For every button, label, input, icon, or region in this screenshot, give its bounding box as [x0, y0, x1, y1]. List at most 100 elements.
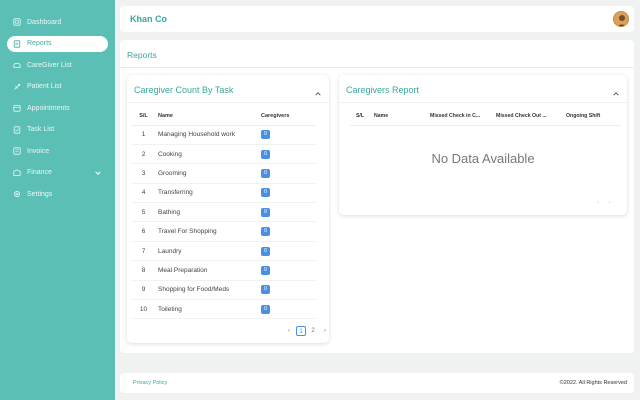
table-row: 5 Bathing 0 — [131, 202, 316, 223]
column-header-name: Name — [156, 108, 261, 126]
page-1-button[interactable]: 1 — [296, 326, 306, 336]
column-header-missed-check-out: Missed Check Out ... — [494, 108, 564, 126]
column-header-caregivers: Caregivers — [261, 108, 316, 126]
caregivers-report-card: Caregivers Report — [339, 75, 627, 215]
sidebar-item-label: Reports — [27, 40, 52, 47]
sidebar-item-label: CareGiver List — [27, 61, 72, 69]
row-sl: 9 — [131, 280, 156, 301]
caregiver-count-badge[interactable]: 0 — [261, 130, 270, 140]
sidebar-item-label: Invoice — [27, 147, 50, 155]
table-row: 4 Transferring 0 — [131, 183, 316, 204]
row-name: Grooming — [156, 163, 261, 184]
row-sl: 5 — [131, 202, 156, 223]
patient-icon — [13, 83, 21, 91]
reports-icon — [13, 39, 21, 48]
chevron-down-icon[interactable] — [94, 169, 102, 177]
table-row: 8 Meal Preparation 0 — [131, 260, 316, 281]
sidebar-item-label: Task List — [27, 126, 55, 133]
page-2-button[interactable]: 2 — [308, 326, 318, 336]
caregiver-icon — [13, 61, 21, 69]
caregivers-report-table: S/L Name Missed Check in C... Missed Che… — [350, 108, 621, 126]
sidebar-item-patient-list[interactable]: Patient List — [7, 79, 108, 95]
caregiver-count-badge[interactable]: 0 — [261, 285, 270, 295]
caregiver-count-badge[interactable]: 0 — [261, 265, 270, 275]
company-name: Khan Co — [130, 14, 167, 24]
row-sl: 6 — [131, 221, 156, 242]
column-header-missed-check-in: Missed Check in C... — [430, 108, 494, 126]
no-data-message: No Data Available — [431, 151, 535, 166]
sidebar-item-caregiver-list[interactable]: CareGiver List — [7, 57, 108, 73]
privacy-policy-link[interactable]: Privacy Policy — [133, 380, 167, 386]
table-row: 2 Cooking 0 — [131, 144, 316, 165]
table-row: 3 Grooming 0 — [131, 163, 316, 184]
sidebar: Dashboard Reports CareGiver List Patient… — [0, 0, 115, 400]
column-header-sl: S/L — [350, 108, 370, 126]
caregiver-count-badge[interactable]: 0 — [261, 227, 270, 237]
gear-icon — [13, 190, 21, 198]
table-row: 7 Laundry 0 — [131, 241, 316, 262]
caregiver-count-table: S/L Name Caregivers 1 Managing Household … — [131, 108, 316, 320]
prev-page-button[interactable]: ‹ — [284, 326, 294, 336]
caregiver-count-badge[interactable]: 0 — [261, 168, 270, 178]
divider — [339, 102, 627, 103]
invoice-icon — [13, 147, 21, 155]
card-title: Caregivers Report — [346, 85, 420, 95]
calendar-icon — [13, 104, 21, 112]
row-sl: 4 — [131, 183, 156, 204]
page-title: Reports — [127, 50, 157, 60]
caregiver-count-badge[interactable]: 0 — [261, 246, 270, 256]
pagination: ‹ › — [597, 200, 619, 206]
caregiver-count-badge[interactable]: 0 — [261, 304, 270, 314]
table-row: 6 Travel For Shopping 0 — [131, 221, 316, 242]
row-name: Shopping for Food/Meds — [156, 280, 261, 301]
row-name: Cooking — [156, 144, 261, 165]
chevron-up-icon[interactable] — [314, 85, 322, 96]
card-title: Caregiver Count By Task — [134, 85, 234, 95]
column-header-name: Name — [370, 108, 430, 126]
caregiver-count-badge[interactable]: 0 — [261, 149, 270, 159]
sidebar-item-appointments[interactable]: Appointments — [7, 100, 108, 116]
table-row: 9 Shopping for Food/Meds 0 — [131, 280, 316, 301]
row-sl: 1 — [131, 125, 156, 145]
row-sl: 8 — [131, 260, 156, 281]
table-row: 10 Toileting 0 — [131, 299, 316, 320]
sidebar-item-dashboard[interactable]: Dashboard — [7, 14, 108, 30]
sidebar-item-reports[interactable]: Reports — [7, 35, 108, 52]
sidebar-item-task-list[interactable]: Task List — [7, 122, 108, 138]
finance-icon — [13, 168, 21, 177]
row-sl: 7 — [131, 241, 156, 262]
pagination: ‹ 1 2 › — [284, 326, 332, 336]
table-row: 1 Managing Household work 0 — [131, 125, 316, 145]
task-icon — [13, 125, 21, 134]
footer: Privacy Policy ©2022. All Rights Reserve… — [120, 373, 634, 393]
row-name: Toileting — [156, 299, 261, 320]
row-sl: 3 — [131, 163, 156, 184]
chevron-up-icon[interactable] — [612, 85, 620, 96]
row-name: Meal Preparation — [156, 260, 261, 281]
avatar[interactable] — [613, 11, 629, 27]
sidebar-item-settings[interactable]: Settings — [7, 186, 108, 202]
row-sl: 10 — [131, 299, 156, 320]
row-sl: 2 — [131, 144, 156, 165]
main-panel: Reports Caregiver Count By Task S/L Name… — [120, 40, 634, 353]
column-header-ongoing-shift: Ongoing Shift — [564, 108, 621, 126]
caregiver-count-badge[interactable]: 0 — [261, 188, 270, 198]
dashboard-icon — [13, 18, 21, 26]
divider — [120, 67, 634, 68]
sidebar-item-finance[interactable]: Finance — [7, 165, 108, 181]
sidebar-item-invoice[interactable]: Invoice — [7, 143, 108, 159]
divider — [127, 102, 329, 103]
column-header-sl: S/L — [131, 108, 156, 126]
sidebar-item-label: Dashboard — [27, 18, 62, 26]
prev-page-button[interactable]: ‹ — [597, 200, 599, 206]
next-page-button[interactable]: › — [320, 326, 330, 336]
row-name: Bathing — [156, 202, 261, 223]
sidebar-item-label: Finance — [27, 169, 52, 176]
row-name: Travel For Shopping — [156, 221, 261, 242]
sidebar-item-label: Patient List — [27, 83, 62, 90]
sidebar-item-label: Settings — [27, 190, 53, 198]
next-page-button[interactable]: › — [609, 200, 611, 206]
sidebar-item-label: Appointments — [27, 104, 70, 112]
row-name: Managing Household work — [156, 125, 261, 145]
caregiver-count-badge[interactable]: 0 — [261, 207, 270, 217]
